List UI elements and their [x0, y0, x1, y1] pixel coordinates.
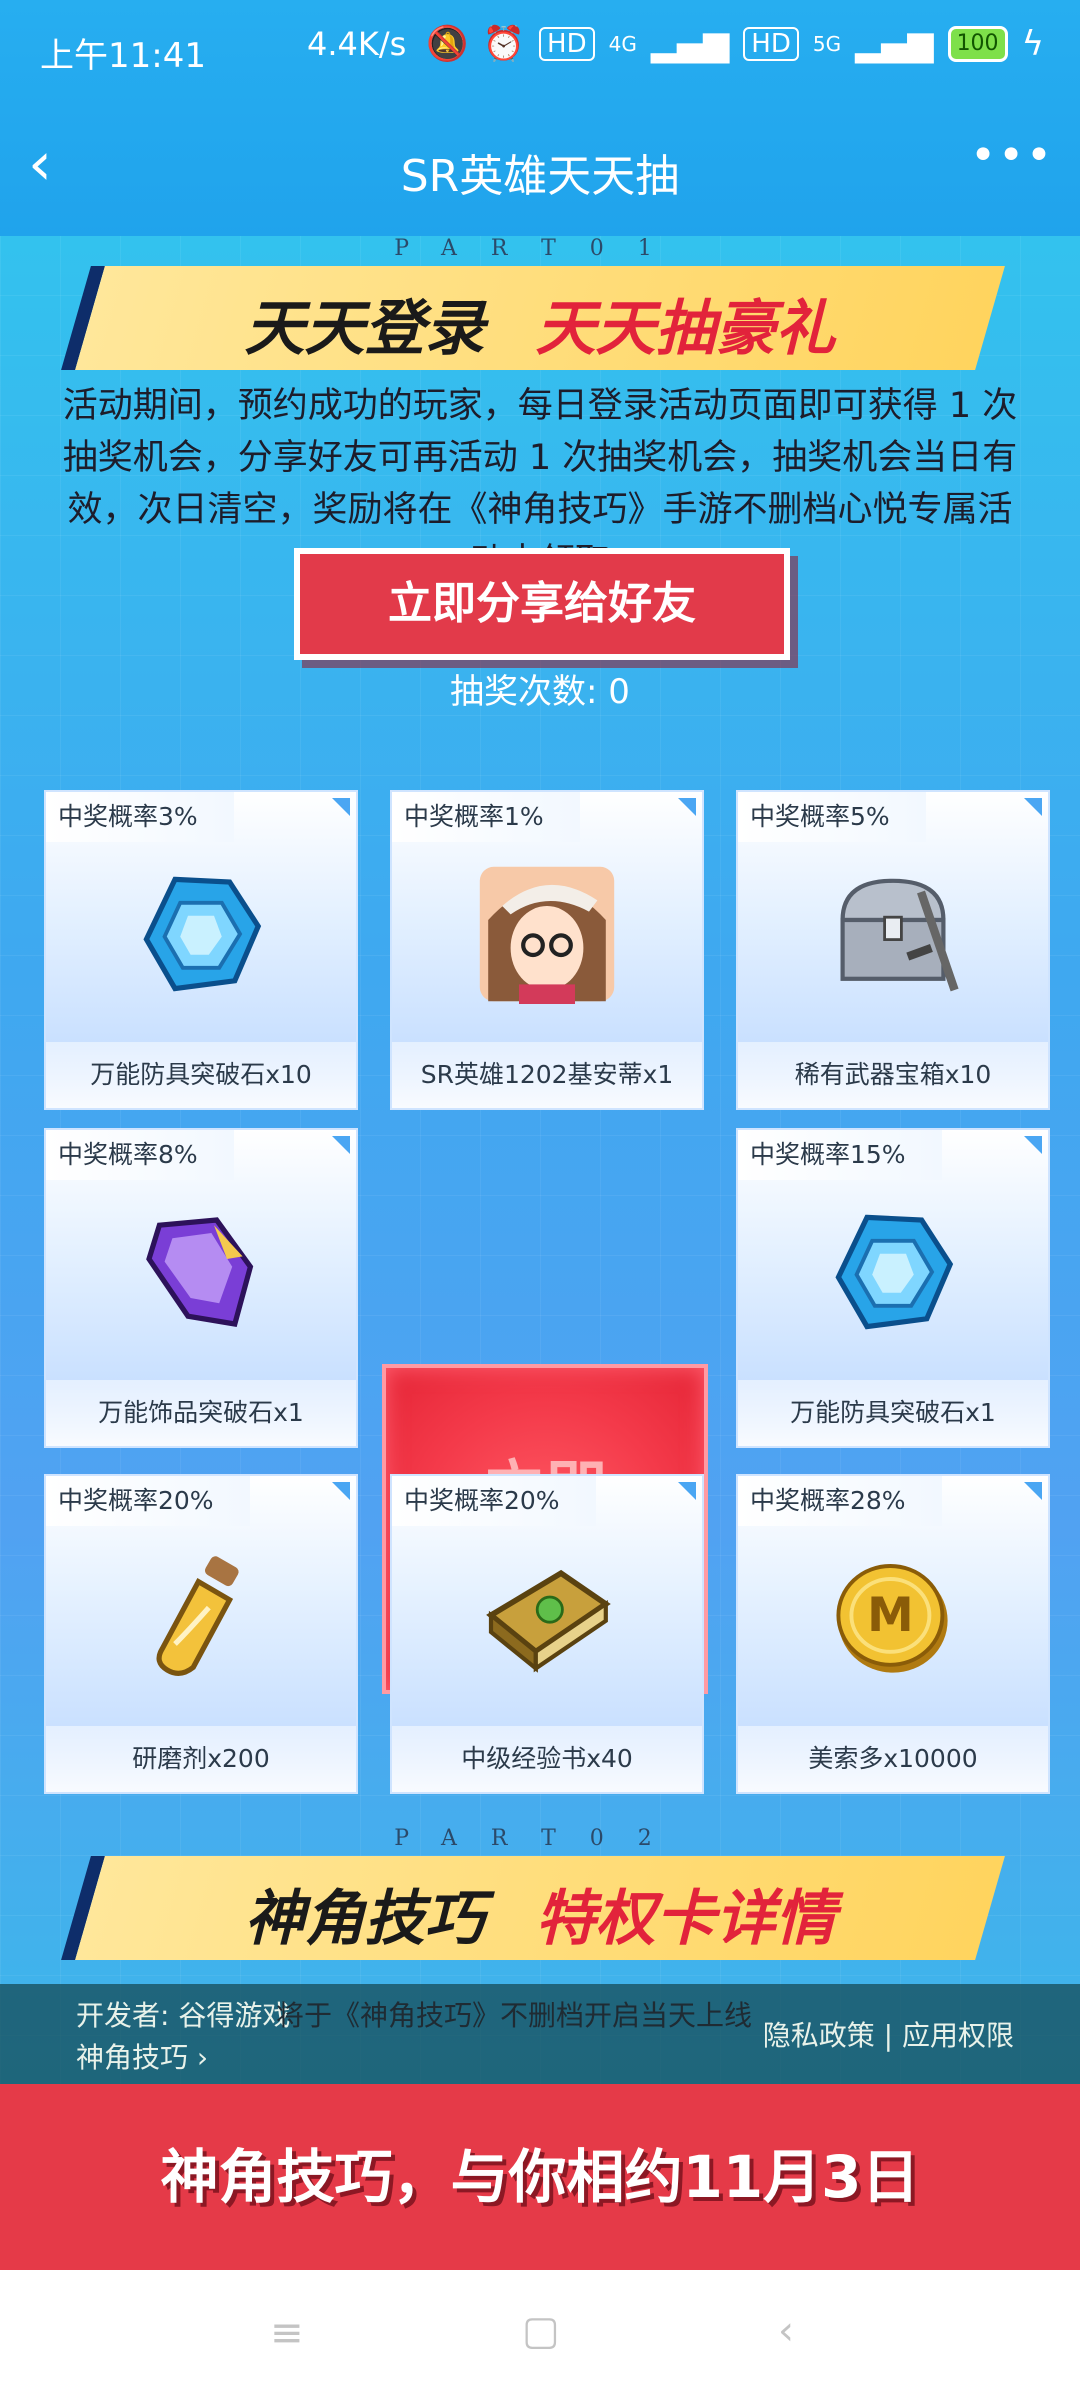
- page-title: SR英雄天天抽: [400, 151, 680, 202]
- prize-name: 万能防具突破石x1: [738, 1380, 1048, 1446]
- potion-bottle-icon: [46, 1538, 356, 1698]
- alarm-icon: ⏰: [482, 24, 526, 64]
- part2-banner-left: 神角技巧: [244, 1884, 485, 1954]
- bottom-promo-banner[interactable]: 神角技巧，与你相约11月3日: [0, 2084, 1080, 2270]
- prize-cell: 中奖概率1% SR英雄1202基安蒂x1: [390, 790, 704, 1110]
- prize-rate: 中奖概率8%: [46, 1130, 234, 1180]
- draw-count: 抽奖次数: 0: [450, 672, 630, 712]
- prize-rate: 中奖概率28%: [738, 1476, 942, 1526]
- menu-icon[interactable]: ≡: [270, 2310, 304, 2356]
- title-bar: ‹ SR英雄天天抽 •••: [0, 110, 1080, 230]
- signal-5g-icon: 5G: [812, 32, 842, 56]
- share-to-friends-button[interactable]: 立即分享给好友: [294, 548, 790, 660]
- prize-rate: 中奖概率20%: [392, 1476, 596, 1526]
- blue-gem-icon: [738, 1192, 1048, 1352]
- signal-4g-icon: 4G: [608, 32, 637, 56]
- prize-cell: 中奖概率5% 稀有武器宝箱x10: [736, 790, 1050, 1110]
- launch-notice: 将于《神角技巧》不删档开启当天上线: [276, 1999, 753, 2032]
- prize-name: 稀有武器宝箱x10: [738, 1042, 1048, 1108]
- top-bar: 上午11:41 4.4K/s 🔕 ⏰ HD 4G ▂▄▆ HD 5G ▂▄▆ 1…: [0, 0, 1080, 236]
- status-time: 上午11:41: [40, 36, 206, 76]
- charging-icon: ϟ: [1021, 24, 1044, 64]
- prize-name: 研磨剂x200: [46, 1726, 356, 1792]
- policy-links: 隐私政策 | 应用权限: [763, 2014, 1014, 2054]
- part1-label: PART01: [394, 236, 686, 261]
- prize-name: SR英雄1202基安蒂x1: [392, 1042, 702, 1108]
- prize-cell: 中奖概率20% 研磨剂x200: [44, 1474, 358, 1794]
- system-nav-bar: ≡ ▢ ‹: [0, 2270, 1080, 2400]
- hero-portrait-icon: [392, 854, 702, 1014]
- prize-name: 万能防具突破石x10: [46, 1042, 356, 1108]
- activity-page[interactable]: PART01 天天登录 天天抽豪礼 活动期间，预约成功的玩家，每日登录活动页面即…: [0, 236, 1080, 2084]
- prize-rate: 中奖概率20%: [46, 1476, 250, 1526]
- treasure-chest-icon: [738, 854, 1048, 1014]
- status-icons: 4.4K/s 🔕 ⏰ HD 4G ▂▄▆ HD 5G ▂▄▆ 100 ϟ: [307, 24, 1044, 64]
- prize-rate: 中奖概率1%: [392, 792, 580, 842]
- part2-label: PART02: [394, 1826, 686, 1851]
- battery-icon: 100: [947, 26, 1008, 62]
- prize-rate: 中奖概率5%: [738, 792, 926, 842]
- prize-rate: 中奖概率15%: [738, 1130, 942, 1180]
- prize-rate: 中奖概率3%: [46, 792, 234, 842]
- prize-cell: 中奖概率28% M 美索多x10000: [736, 1474, 1050, 1794]
- prize-cell: 中奖概率8% 万能饰品突破石x1: [44, 1128, 358, 1448]
- developer-label: 开发者: 谷得游戏: [76, 1999, 291, 2032]
- home-icon[interactable]: ▢: [522, 2308, 560, 2354]
- purple-crystal-icon: [46, 1192, 356, 1352]
- link-separator: |: [883, 2019, 894, 2052]
- part1-banner-left: 天天登录: [244, 294, 485, 364]
- svg-text:M: M: [867, 1589, 914, 1643]
- back-icon[interactable]: ‹: [778, 2308, 794, 2354]
- app-permissions-link[interactable]: 应用权限: [902, 2019, 1014, 2052]
- privacy-policy-link[interactable]: 隐私政策: [763, 2019, 875, 2052]
- hd-badge-icon: HD: [539, 27, 595, 61]
- prize-cell: 中奖概率20% 中级经验书x40: [390, 1474, 704, 1794]
- gold-coin-icon: M: [738, 1538, 1048, 1698]
- game-link[interactable]: 神角技巧 ›: [76, 2036, 208, 2076]
- prize-cell: 中奖概率3% 万能防具突破石x10: [44, 790, 358, 1110]
- part1-banner-right: 天天抽豪礼: [535, 294, 836, 364]
- app-info-bar: 开发者: 谷得游戏 将于《神角技巧》不删档开启当天上线 神角技巧 › 隐私政策 …: [0, 1984, 1080, 2084]
- prize-name: 美索多x10000: [738, 1726, 1048, 1792]
- experience-book-icon: [392, 1538, 702, 1698]
- part1-banner: 天天登录 天天抽豪礼: [0, 280, 1080, 367]
- signal-bars-icon: ▂▄▆: [855, 24, 934, 64]
- signal-bars-icon: ▂▄▆: [650, 24, 730, 64]
- hd-badge-icon: HD: [743, 27, 799, 61]
- prize-name: 中级经验书x40: [392, 1726, 702, 1792]
- prize-cell: 中奖概率15% 万能防具突破石x1: [736, 1128, 1050, 1448]
- part2-banner-right: 特权卡详情: [535, 1884, 836, 1954]
- part2-banner: 神角技巧 特权卡详情: [0, 1870, 1080, 1957]
- more-options-icon[interactable]: •••: [970, 130, 1054, 181]
- status-bar: 上午11:41 4.4K/s 🔕 ⏰ HD 4G ▂▄▆ HD 5G ▂▄▆ 1…: [0, 0, 1080, 96]
- net-speed: 4.4K/s: [307, 25, 407, 63]
- mute-icon: 🔕: [426, 24, 469, 64]
- prize-name: 万能饰品突破石x1: [46, 1380, 356, 1446]
- blue-gem-icon: [46, 854, 356, 1014]
